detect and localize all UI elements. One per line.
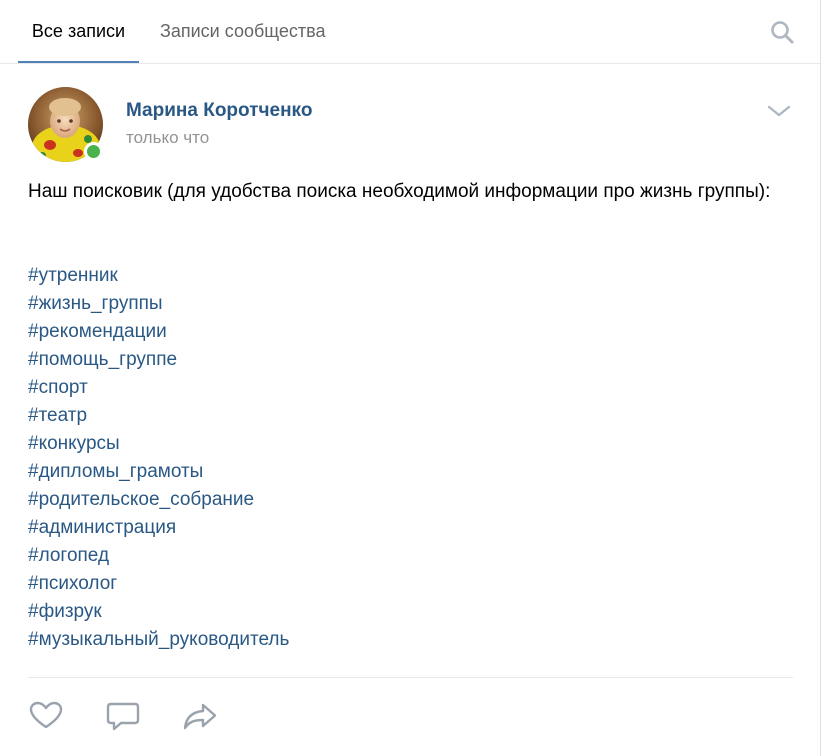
share-arrow-icon[interactable] — [182, 700, 218, 732]
hashtag-link[interactable]: #спорт — [28, 374, 788, 402]
tab-all-posts[interactable]: Все записи — [18, 0, 139, 63]
hashtag-link[interactable]: #рекомендации — [28, 318, 788, 346]
hashtag-link[interactable]: #логопед — [28, 542, 788, 570]
hashtag-link[interactable]: #психолог — [28, 570, 788, 598]
wall-card: Все записи Записи сообщества Марина Коро… — [0, 0, 821, 756]
hashtag-link[interactable]: #родительское_собрание — [28, 486, 788, 514]
hashtag-link[interactable]: #администрация — [28, 514, 788, 542]
hashtag-link[interactable]: #утренник — [28, 262, 788, 290]
hashtag-link[interactable]: #дипломы_грамоты — [28, 458, 788, 486]
post-header: Марина Коротченко только что — [0, 64, 820, 174]
post-timestamp[interactable]: только что — [126, 128, 209, 148]
wall-tabs: Все записи Записи сообщества — [0, 0, 820, 64]
hashtag-link[interactable]: #помощь_группе — [28, 346, 788, 374]
post-actions-divider — [28, 677, 793, 678]
post-text: Наш поисковик (для удобства поиска необх… — [28, 178, 788, 206]
hashtag-link[interactable]: #музыкальный_руководитель — [28, 626, 788, 654]
hashtag-link[interactable]: #физрук — [28, 598, 788, 626]
post-body: Наш поисковик (для удобства поиска необх… — [28, 181, 771, 202]
tab-community-posts[interactable]: Записи сообщества — [160, 0, 326, 63]
comment-icon[interactable] — [105, 700, 141, 732]
hashtag-link[interactable]: #жизнь_группы — [28, 290, 788, 318]
chevron-down-icon[interactable] — [766, 102, 792, 120]
hashtag-link[interactable]: #конкурсы — [28, 430, 788, 458]
author-name[interactable]: Марина Коротченко — [126, 100, 312, 122]
search-icon[interactable] — [768, 18, 796, 46]
hashtag-link[interactable]: #театр — [28, 402, 788, 430]
heart-icon[interactable] — [28, 700, 64, 732]
online-indicator — [84, 142, 103, 161]
hashtag-list: #утренник #жизнь_группы #рекомендации #п… — [28, 262, 788, 654]
